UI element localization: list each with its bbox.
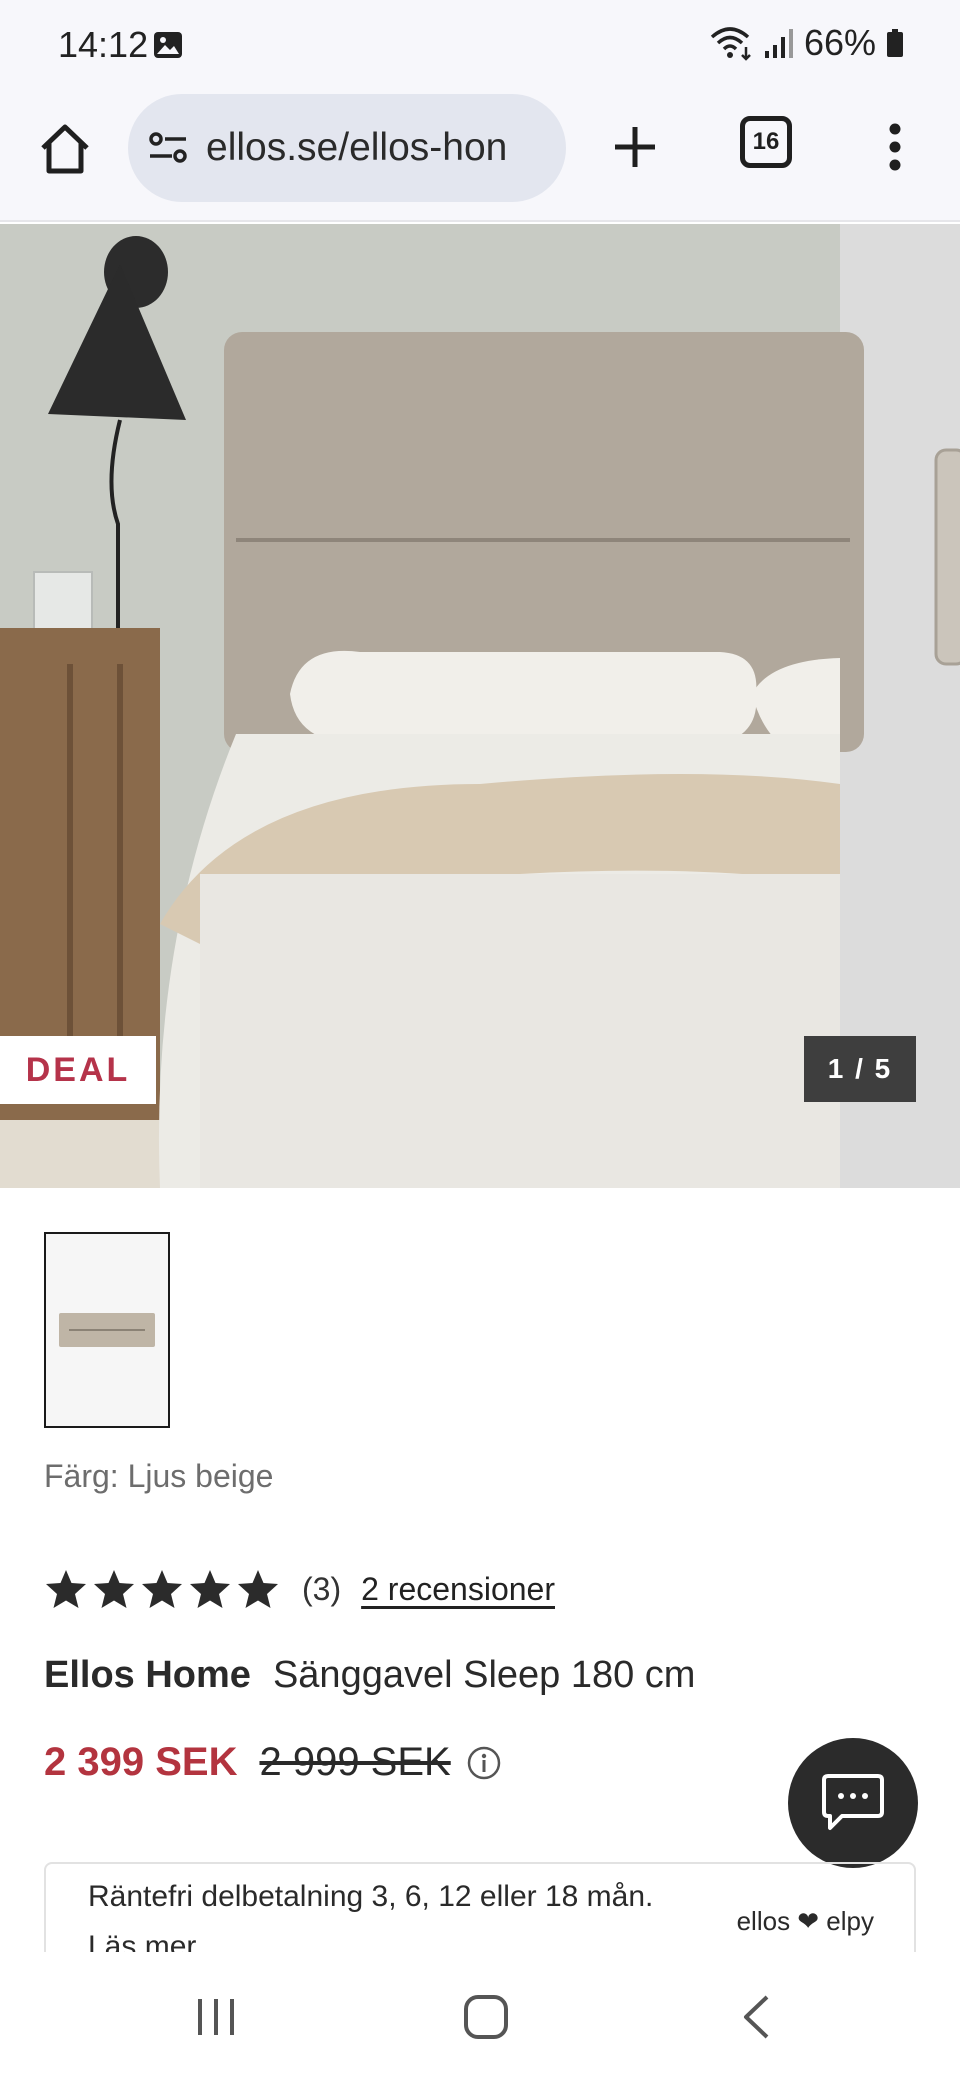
info-icon[interactable]	[467, 1746, 501, 1780]
rating-count: (3)	[302, 1570, 342, 1607]
image-icon	[154, 32, 182, 58]
tab-count: 16	[752, 128, 780, 155]
plus-icon	[615, 127, 655, 167]
rating-stars	[44, 1568, 284, 1610]
star-icon	[190, 1570, 230, 1608]
image-counter: 1 / 5	[804, 1036, 916, 1102]
recent-apps-button[interactable]	[176, 1982, 256, 2052]
thumbnail-image	[59, 1313, 155, 1347]
star-icon	[46, 1570, 86, 1608]
star-icon	[142, 1570, 182, 1608]
chat-button[interactable]	[788, 1738, 918, 1868]
address-bar[interactable]: ellos.se/ellos-hon	[128, 94, 566, 202]
reviews-link[interactable]: 2 recensioner	[361, 1571, 555, 1608]
url-text: ellos.se/ellos-hon	[206, 126, 508, 169]
ellos-elpy-logo: ellos ❤ elpy	[736, 1906, 874, 1936]
more-vert-icon	[889, 123, 901, 171]
browser-toolbar: ellos.se/ellos-hon 16	[0, 92, 960, 222]
home-button[interactable]	[30, 114, 100, 184]
site-settings-icon[interactable]	[148, 131, 188, 165]
star-icon	[238, 1570, 278, 1608]
battery-percent: 66%	[803, 22, 876, 63]
star-icon	[94, 1570, 134, 1608]
more-options-button[interactable]	[870, 112, 920, 182]
home-icon	[41, 124, 89, 174]
tab-switcher-button[interactable]: 16	[740, 116, 792, 168]
installment-text: Räntefri delbetalning 3, 6, 12 eller 18 …	[88, 1880, 654, 1913]
back-button[interactable]	[716, 1982, 796, 2052]
home-nav-button[interactable]	[446, 1982, 526, 2052]
chat-icon	[822, 1774, 884, 1830]
color-label: Färg: Ljus beige	[44, 1458, 274, 1494]
product-name: Sänggavel Sleep 180 cm	[272, 1654, 696, 1696]
thumbnail-selected[interactable]	[44, 1232, 170, 1428]
signal-icon	[764, 29, 793, 58]
home-nav-icon	[464, 1995, 508, 2039]
price-original: 2 999 SEK	[259, 1740, 451, 1784]
price-current: 2 399 SEK	[44, 1740, 238, 1784]
rating-row: (3) 2 recensioner	[44, 1568, 555, 1610]
wifi-icon	[710, 27, 751, 61]
status-time: 14:12	[58, 24, 149, 65]
recent-apps-icon	[198, 1999, 234, 2035]
battery-icon	[887, 29, 903, 57]
product-title: Ellos Home Sänggavel Sleep 180 cm	[44, 1654, 695, 1697]
deal-badge: DEAL	[0, 1036, 156, 1104]
status-right: 66%	[710, 22, 904, 64]
new-tab-button[interactable]	[600, 112, 670, 182]
price-row: 2 399 SEK 2 999 SEK	[44, 1740, 501, 1785]
system-nav-bar	[0, 1952, 960, 2080]
product-brand: Ellos Home	[44, 1654, 251, 1696]
back-icon	[744, 1995, 769, 2039]
status-bar: 14:12 66%	[0, 0, 960, 92]
